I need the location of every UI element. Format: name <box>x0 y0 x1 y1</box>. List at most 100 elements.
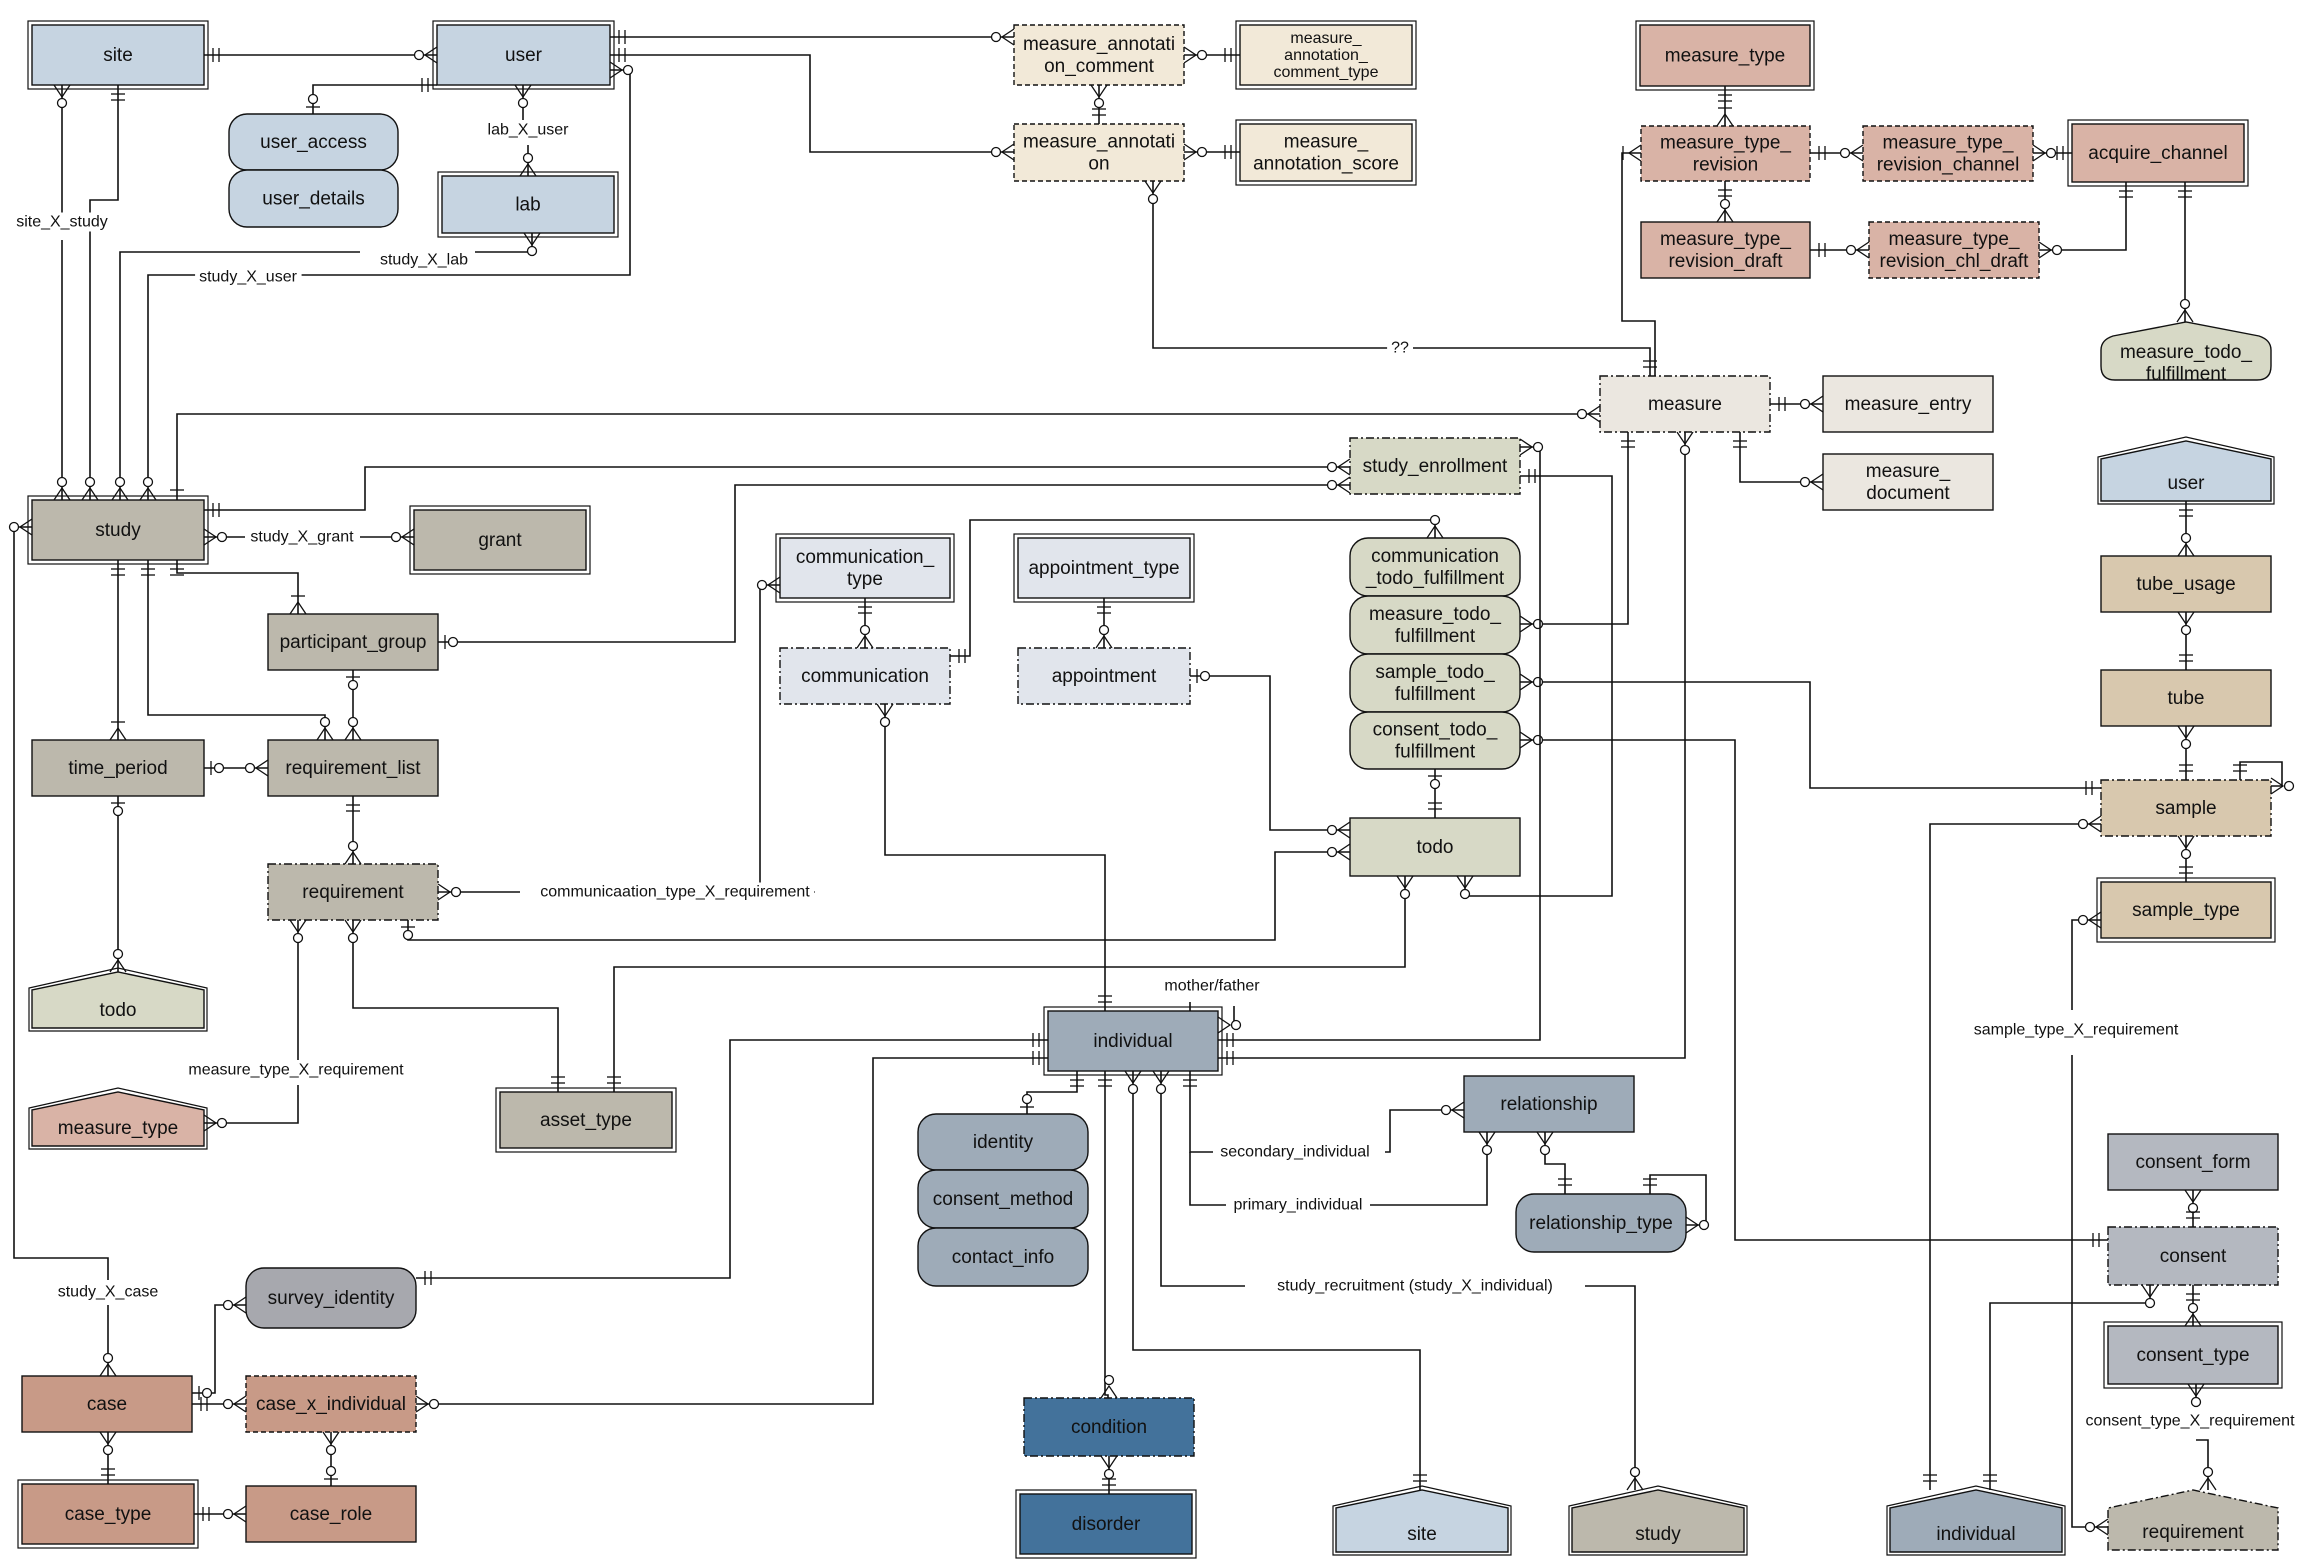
entity-measure-todo-fulfillment[interactable]: measure_todo_ fulfillment <box>1349 595 1521 655</box>
entity-tube-usage[interactable]: tube_usage <box>2100 555 2272 613</box>
entity-todo-ref[interactable]: todo <box>28 967 208 1032</box>
optional-circle-icon <box>402 929 414 941</box>
entity-study-ref[interactable]: study <box>1568 1485 1748 1556</box>
entity-measure-entry[interactable]: measure_entry <box>1822 375 1994 433</box>
optional-circle-icon <box>859 624 871 636</box>
relationship-label-mother-father: mother/father <box>1164 978 1260 995</box>
entity-communication[interactable]: communication <box>779 647 951 705</box>
entity-measure-type-top[interactable]: measure_type <box>1635 20 1815 91</box>
entity-individual-ref[interactable]: individual <box>1886 1485 2066 1556</box>
optional-circle-icon <box>879 716 891 728</box>
entity-measure-annotation-comment-type[interactable]: measure_ annotation_ comment_type <box>1235 20 1417 90</box>
entity-appointment-type[interactable]: appointment_type <box>1013 533 1195 603</box>
optional-circle-icon <box>112 948 124 960</box>
entity-requirement[interactable]: requirement <box>267 863 439 921</box>
entity-measure-type-revision-channel[interactable]: measure_type_ revision_channel <box>1862 125 2034 182</box>
optional-circle-icon <box>1098 624 1110 636</box>
entity-acquire-channel[interactable]: acquire_channel <box>2067 119 2249 187</box>
entity-individual[interactable]: individual <box>1043 1006 1223 1076</box>
entity-sample-todo-fulfillment[interactable]: sample_todo_ fulfillment <box>1349 653 1521 713</box>
optional-circle-icon <box>222 1398 234 1410</box>
entity-participant-group[interactable]: participant_group <box>267 613 439 671</box>
entity-label: disorder <box>1072 1514 1141 1535</box>
entity-site-ref[interactable]: site <box>1332 1485 1512 1556</box>
optional-circle-icon <box>1459 888 1471 900</box>
entity-measure-annotation-comment[interactable]: measure_annotati on_comment <box>1013 24 1185 86</box>
entity-disorder[interactable]: disorder <box>1015 1489 1197 1559</box>
entity-identity[interactable]: identity <box>917 1113 1089 1171</box>
entity-user-access[interactable]: user_access <box>228 113 399 171</box>
entity-user-details[interactable]: user_details <box>228 169 399 228</box>
entity-asset-type[interactable]: asset_type <box>495 1087 677 1153</box>
entity-measure-todo-fulfillment-ref[interactable]: measure_todo_ fulfillment <box>2100 321 2272 385</box>
relationship-label-consent-type-x-requirement: consent_type_X_requirement <box>2085 1413 2295 1430</box>
optional-circle-icon <box>112 805 124 817</box>
entity-user[interactable]: user <box>432 20 615 90</box>
entity-sample[interactable]: sample <box>2100 779 2272 837</box>
optional-circle-icon <box>216 531 228 543</box>
entity-sample-type[interactable]: sample_type <box>2096 877 2276 943</box>
optional-circle-icon <box>56 97 68 109</box>
entity-study[interactable]: study <box>27 495 209 565</box>
optional-circle-icon <box>1679 444 1691 456</box>
optional-circle-icon <box>84 476 96 488</box>
entity-case-x-individual[interactable]: case_x_individual <box>245 1375 417 1433</box>
entity-consent-form[interactable]: consent_form <box>2107 1133 2279 1191</box>
relationship-line <box>204 466 1350 511</box>
entity-requirement-ref[interactable]: requirement <box>2107 1489 2279 1551</box>
entity-consent[interactable]: consent <box>2107 1226 2279 1286</box>
entity-measure[interactable]: measure <box>1599 375 1771 433</box>
entity-label: individual <box>1936 1524 2015 1545</box>
entity-case[interactable]: case <box>21 1375 193 1433</box>
entity-label: time_period <box>68 758 167 779</box>
optional-circle-icon <box>2179 298 2191 310</box>
relationship-line <box>1520 739 2108 1241</box>
optional-circle-icon <box>522 152 534 164</box>
relationship-line <box>147 274 200 500</box>
entity-label: relationship <box>1500 1094 1597 1115</box>
entity-user-ref[interactable]: user <box>2097 436 2275 505</box>
entity-study-enrollment[interactable]: study_enrollment <box>1349 437 1521 495</box>
entity-consent-type[interactable]: consent_type <box>2103 1321 2283 1389</box>
entity-lab[interactable]: lab <box>437 171 619 238</box>
entity-measure-annotation-score[interactable]: measure_ annotation_score <box>1235 119 1417 186</box>
entity-label: relationship_type <box>1529 1213 1673 1234</box>
entity-tube[interactable]: tube <box>2100 669 2272 727</box>
entity-relationship[interactable]: relationship <box>1463 1075 1635 1133</box>
optional-circle-icon <box>102 1444 114 1456</box>
entity-measure-type-revision-chl-draft[interactable]: measure_type_ revision_chl_draft <box>1868 221 2040 279</box>
entity-condition[interactable]: condition <box>1023 1397 1195 1457</box>
optional-circle-icon <box>517 97 529 109</box>
entity-measure-type-revision-draft[interactable]: measure_type_ revision_draft <box>1640 221 1811 279</box>
entity-todo[interactable]: todo <box>1349 817 1521 877</box>
entity-contact-info[interactable]: contact_info <box>917 1227 1089 1287</box>
entity-requirement-list[interactable]: requirement_list <box>267 739 439 797</box>
relationship-label-study-recruitment: study_recruitment (study_X_individual) <box>1277 1278 1553 1295</box>
optional-circle-icon <box>1532 618 1544 630</box>
entity-site[interactable]: site <box>27 20 209 90</box>
entity-time-period[interactable]: time_period <box>31 739 205 797</box>
entity-measure-type-revision[interactable]: measure_type_ revision <box>1640 125 1811 182</box>
entity-label: user <box>505 45 543 66</box>
entity-label: site <box>103 45 133 66</box>
relationship-line <box>1026 1071 1078 1114</box>
optional-circle-icon <box>2045 147 2057 159</box>
entity-appointment[interactable]: appointment <box>1017 647 1191 705</box>
entity-consent-todo-fulfillment[interactable]: consent_todo_ fulfillment <box>1349 711 1521 770</box>
relationship-line <box>1190 675 1350 831</box>
entity-measure-annotation[interactable]: measure_annotati on <box>1013 123 1185 182</box>
entity-communication-type[interactable]: communication_ type <box>775 533 955 603</box>
entity-relationship-type[interactable]: relationship_type <box>1515 1193 1687 1253</box>
entity-measure-type-ref[interactable]: measure_type <box>28 1087 208 1150</box>
entity-case-role[interactable]: case_role <box>245 1485 417 1543</box>
entity-survey-identity[interactable]: survey_identity <box>245 1267 417 1329</box>
optional-circle-icon <box>1326 824 1338 836</box>
optional-circle-icon <box>1429 514 1441 526</box>
optional-circle-icon <box>1698 1219 1710 1231</box>
entity-grant[interactable]: grant <box>409 505 591 575</box>
entity-measure-document[interactable]: measure_ document <box>1822 453 1994 511</box>
entity-consent-method[interactable]: consent_method <box>917 1169 1089 1229</box>
optional-circle-icon <box>8 521 20 533</box>
entity-case-type[interactable]: case_type <box>17 1479 199 1549</box>
entity-communication-todo-fulfillment[interactable]: communication _todo_fulfillment <box>1349 537 1521 597</box>
